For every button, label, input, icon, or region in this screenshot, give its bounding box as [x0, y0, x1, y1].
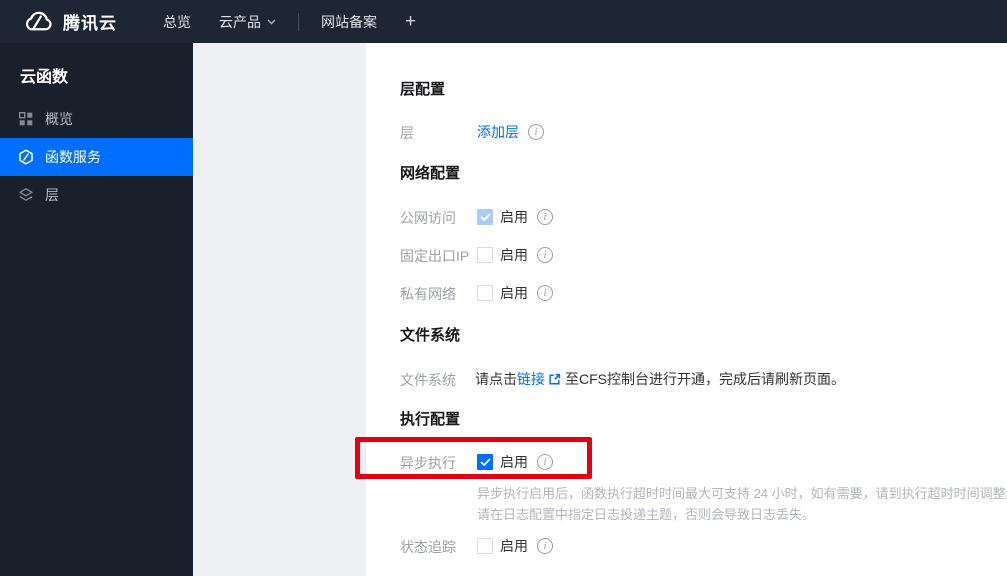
sidebar-item-layers[interactable]: 层 [0, 176, 193, 214]
chevron-down-icon [267, 19, 276, 25]
private-network-checkbox[interactable] [477, 285, 493, 301]
cloud-logo-icon [20, 9, 54, 35]
sidebar-item-label: 层 [45, 187, 59, 203]
nav-item-cloud-products[interactable]: 云产品 [205, 0, 290, 43]
sidebar-item-label: 概览 [45, 111, 73, 127]
enable-label[interactable]: 启用 [500, 283, 528, 303]
fixed-egress-ip-row: 固定出口IP 启用 i [400, 245, 997, 265]
nav-divider [298, 12, 299, 31]
enable-label[interactable]: 启用 [500, 245, 528, 265]
nav-icp-label: 网站备案 [321, 13, 377, 30]
info-icon[interactable]: i [537, 209, 553, 225]
sidebar-item-overview[interactable]: 概览 [0, 100, 193, 138]
enable-label[interactable]: 启用 [500, 452, 528, 472]
private-network-label: 私有网络 [400, 286, 456, 302]
async-execution-label: 异步执行 [400, 455, 456, 471]
filesystem-row: 文件系统 请点击 链接 至CFS控制台进行开通，完成后请刷新页面。 [400, 369, 997, 389]
async-execution-checkbox[interactable] [477, 454, 493, 470]
info-icon[interactable]: i [537, 285, 553, 301]
async-execution-row: 异步执行 启用 i [400, 452, 997, 472]
secondary-panel [193, 43, 366, 576]
sidebar: 云函数 概览 函数服务 层 [0, 43, 193, 576]
nav-item-icp-filing[interactable]: 网站备案 [307, 0, 391, 43]
public-access-checkbox[interactable] [477, 209, 493, 225]
async-note-line-2: 请在日志配置中指定日志投递主题，否则会导致日志丢失。 [477, 507, 816, 522]
enable-label[interactable]: 启用 [500, 207, 528, 227]
info-icon[interactable]: i [528, 124, 544, 140]
nav-products-label: 云产品 [219, 13, 261, 30]
public-access-row: 公网访问 启用 i [400, 207, 997, 227]
plus-icon: + [405, 10, 417, 32]
sidebar-item-function-service[interactable]: 函数服务 [0, 138, 193, 176]
logo-text: 腾讯云 [63, 14, 117, 33]
fixed-egress-ip-checkbox[interactable] [477, 247, 493, 263]
function-service-icon [18, 149, 34, 165]
cfs-console-link[interactable]: 链接 [517, 369, 545, 389]
topbar: 腾讯云 总览 云产品 网站备案 + [0, 0, 1007, 43]
layers-icon [18, 187, 34, 203]
enable-label[interactable]: 启用 [500, 536, 528, 556]
status-trace-checkbox[interactable] [477, 538, 493, 554]
nav-add-tab-button[interactable]: + [391, 0, 430, 43]
filesystem-text-after: 至CFS控制台进行开通，完成后请刷新页面。 [565, 371, 845, 387]
section-title-layer-config: 层配置 [400, 81, 446, 98]
nav-item-overview[interactable]: 总览 [149, 0, 205, 43]
nav-overview-label: 总览 [163, 13, 191, 30]
fixed-egress-ip-label: 固定出口IP [400, 248, 470, 264]
async-note-line-1: 异步执行启用后，函数执行超时时间最大可支持 24 小时，如有需要，请到执行超时时… [477, 486, 1007, 501]
layer-row: 层 添加层 i [400, 122, 997, 142]
public-access-label: 公网访问 [400, 210, 456, 226]
section-title-filesystem: 文件系统 [400, 327, 461, 344]
add-layer-link[interactable]: 添加层 [477, 122, 519, 142]
info-icon[interactable]: i [537, 247, 553, 263]
layer-row-label: 层 [400, 125, 414, 141]
function-config-content: 层配置 层 添加层 i 网络配置 公网访问 启用 i 固定出口IP 启用 i 私… [366, 43, 1007, 576]
section-title-execution-config: 执行配置 [400, 411, 461, 428]
sidebar-menu: 概览 函数服务 层 [0, 100, 193, 214]
filesystem-row-label: 文件系统 [400, 372, 456, 388]
grid-icon [18, 111, 34, 127]
filesystem-text-before: 请点击 [475, 371, 517, 387]
tencent-cloud-logo[interactable]: 腾讯云 [20, 9, 117, 35]
info-icon[interactable]: i [537, 538, 553, 554]
info-icon[interactable]: i [537, 454, 553, 470]
top-nav: 总览 云产品 网站备案 + [149, 0, 430, 43]
section-title-network-config: 网络配置 [400, 165, 461, 182]
sidebar-item-label: 函数服务 [45, 149, 101, 165]
sidebar-title: 云函数 [20, 69, 69, 86]
external-link-icon[interactable] [548, 373, 561, 386]
status-trace-label: 状态追踪 [400, 539, 456, 555]
status-trace-row: 状态追踪 启用 i [400, 536, 997, 556]
private-network-row: 私有网络 启用 i [400, 283, 997, 303]
